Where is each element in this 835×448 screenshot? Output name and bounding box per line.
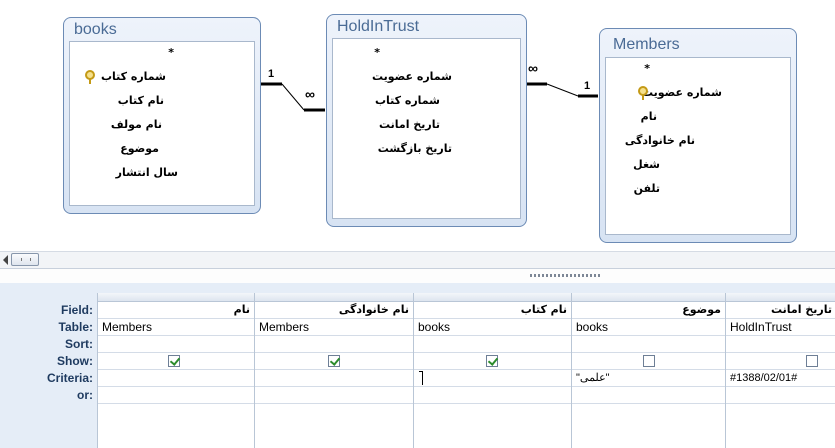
or-cell[interactable] xyxy=(414,387,571,404)
or-cell[interactable] xyxy=(255,387,413,404)
row-label-or: or: xyxy=(77,388,93,402)
row-label-show: Show: xyxy=(57,354,93,368)
grid-row-labels: Field: Table: Sort: Show: Criteria: or: xyxy=(0,294,97,404)
pane-splitter[interactable] xyxy=(0,268,835,284)
table-cell[interactable]: Members xyxy=(98,319,254,336)
table-title[interactable]: Members xyxy=(613,36,680,54)
query-design-pane: 1 ∞ ∞ 1 books * شماره کتاب نام کتاب نام … xyxy=(0,0,835,250)
relationship-many-label: ∞ xyxy=(528,60,538,76)
table-cell[interactable]: HoldInTrust xyxy=(726,319,835,336)
horizontal-scrollbar[interactable] xyxy=(0,251,835,268)
show-cell xyxy=(572,353,725,370)
scroll-thumb[interactable] xyxy=(11,253,39,266)
primary-key-icon xyxy=(85,70,95,84)
table-title[interactable]: HoldInTrust xyxy=(337,18,419,36)
field-item[interactable]: نام خانوادگی xyxy=(625,133,695,149)
row-label-sort: Sort: xyxy=(65,337,93,351)
field-item[interactable]: موضوع xyxy=(120,141,159,157)
sort-cell[interactable] xyxy=(726,336,835,353)
field-item[interactable]: شغل xyxy=(633,157,660,173)
field-item[interactable]: * xyxy=(168,45,174,61)
text-cursor xyxy=(419,371,423,385)
primary-key-icon xyxy=(638,86,648,100)
table-books[interactable]: books * شماره کتاب نام کتاب نام مولف موض… xyxy=(63,17,261,214)
field-item[interactable]: تاريخ بازگشت xyxy=(378,141,452,157)
or-cell[interactable] xyxy=(98,387,254,404)
field-cell[interactable]: موضوع xyxy=(572,302,725,319)
column-selector[interactable] xyxy=(414,293,571,302)
grid-column-5[interactable]: تاريخ امانت HoldInTrust #1388/02/01# xyxy=(725,293,835,448)
relationship-one-label: 1 xyxy=(584,80,591,92)
field-item[interactable]: تاريخ امانت xyxy=(379,117,440,133)
criteria-cell[interactable]: "علمی" xyxy=(572,370,725,387)
table-cell[interactable]: books xyxy=(414,319,571,336)
row-label-field: Field: xyxy=(61,303,93,317)
show-checkbox[interactable] xyxy=(168,355,180,367)
field-item[interactable]: شماره کتاب xyxy=(375,93,440,109)
or-cell[interactable] xyxy=(572,387,725,404)
field-item[interactable]: شماره کتاب xyxy=(101,69,166,85)
row-label-criteria: Criteria: xyxy=(46,371,93,385)
show-checkbox[interactable] xyxy=(328,355,340,367)
field-item[interactable]: شماره عضويت xyxy=(642,85,722,101)
criteria-cell[interactable] xyxy=(98,370,254,387)
field-cell[interactable]: نام خانوادگی xyxy=(255,302,413,319)
field-cell[interactable]: نام کتاب xyxy=(414,302,571,319)
or-cell[interactable] xyxy=(726,387,835,404)
table-cell[interactable]: Members xyxy=(255,319,413,336)
grid-column-1[interactable]: نام Members xyxy=(97,293,254,448)
criteria-cell[interactable]: #1388/02/01# xyxy=(726,370,835,387)
table-holdintrust[interactable]: HoldInTrust * شماره عضويت شماره کتاب تار… xyxy=(326,14,527,227)
show-checkbox[interactable] xyxy=(486,355,498,367)
grid-column-4[interactable]: موضوع books "علمی" xyxy=(571,293,725,448)
table-cell[interactable]: books xyxy=(572,319,725,336)
sort-cell[interactable] xyxy=(572,336,725,353)
field-item[interactable]: * xyxy=(374,45,380,61)
show-checkbox[interactable] xyxy=(643,355,655,367)
column-selector[interactable] xyxy=(572,293,725,302)
sort-cell[interactable] xyxy=(98,336,254,353)
field-list[interactable]: * شماره عضويت شماره کتاب تاريخ امانت تار… xyxy=(332,38,521,219)
splitter-grip-icon[interactable] xyxy=(530,274,600,277)
column-selector[interactable] xyxy=(98,293,254,302)
criteria-cell[interactable] xyxy=(414,370,571,387)
relationship-line-holdintrust-members[interactable] xyxy=(546,83,579,97)
relationship-one-label: 1 xyxy=(268,68,275,80)
field-list[interactable]: * شماره عضويت نام نام خانوادگی شغل تلفن xyxy=(605,57,791,235)
field-cell[interactable]: نام xyxy=(98,302,254,319)
table-title[interactable]: books xyxy=(74,21,117,39)
field-item[interactable]: نام مولف xyxy=(111,117,162,133)
field-item[interactable]: سال انتشار xyxy=(116,165,178,181)
field-item[interactable]: نام کتاب xyxy=(118,93,164,109)
query-design-grid: Field: Table: Sort: Show: Criteria: or: … xyxy=(0,283,835,448)
field-item[interactable]: شماره عضويت xyxy=(372,69,452,85)
table-members[interactable]: Members * شماره عضويت نام نام خانوادگی ش… xyxy=(599,28,797,243)
field-list[interactable]: * شماره کتاب نام کتاب نام مولف موضوع سال… xyxy=(69,41,255,206)
field-item[interactable]: * xyxy=(644,61,650,77)
grid-column-3[interactable]: نام کتاب books xyxy=(413,293,571,448)
sort-cell[interactable] xyxy=(255,336,413,353)
show-cell xyxy=(255,353,413,370)
column-selector[interactable] xyxy=(255,293,413,302)
row-label-table: Table: xyxy=(58,320,93,334)
criteria-cell[interactable] xyxy=(255,370,413,387)
column-selector[interactable] xyxy=(726,293,835,302)
show-checkbox[interactable] xyxy=(806,355,818,367)
field-cell[interactable]: تاريخ امانت xyxy=(726,302,835,319)
relationship-line-books-holdintrust[interactable] xyxy=(281,83,305,111)
relationship-many-label: ∞ xyxy=(305,86,315,102)
show-cell xyxy=(414,353,571,370)
scroll-left-arrow-icon[interactable] xyxy=(3,255,8,265)
show-cell xyxy=(726,353,835,370)
field-item[interactable]: تلفن xyxy=(634,181,660,197)
field-item[interactable]: نام xyxy=(641,109,657,125)
grid-column-2[interactable]: نام خانوادگی Members xyxy=(254,293,413,448)
show-cell xyxy=(98,353,254,370)
sort-cell[interactable] xyxy=(414,336,571,353)
